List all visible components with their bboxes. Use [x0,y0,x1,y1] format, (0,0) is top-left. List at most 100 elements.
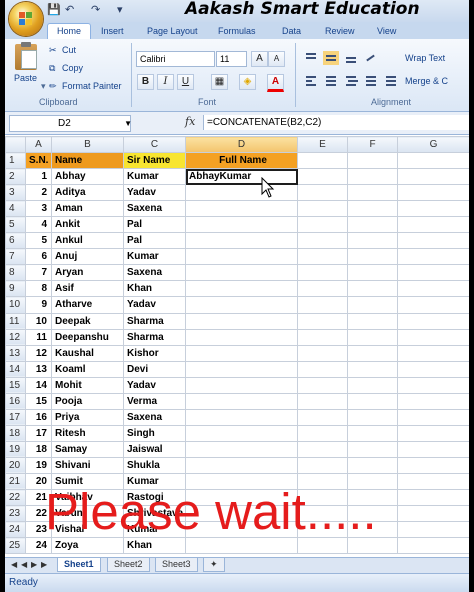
cell[interactable] [397,505,469,523]
cell-sn[interactable]: 10 [25,312,52,330]
cell[interactable] [397,440,469,458]
cell[interactable] [397,408,469,426]
cell-sir-name[interactable]: Khan [123,280,186,298]
cell-sn[interactable]: 16 [25,408,52,426]
cell-name[interactable]: Aryan [51,264,124,282]
column-header[interactable]: B [51,135,124,154]
cell[interactable] [297,152,348,170]
cell-name[interactable]: Aditya [51,184,124,202]
row-header[interactable]: 20 [5,456,26,474]
cell-full-name[interactable] [185,344,298,362]
cell[interactable] [347,280,398,298]
sheet-tab-2[interactable]: Sheet2 [107,558,150,572]
cell[interactable] [347,296,398,314]
cell-sn[interactable]: 7 [25,264,52,282]
column-header[interactable]: D [185,135,298,154]
row-header[interactable]: 10 [5,296,26,314]
next-sheet-icon[interactable]: ▶ [31,560,37,569]
cell[interactable] [397,248,469,266]
cell[interactable] [297,312,348,330]
sheet-tab-1[interactable]: Sheet1 [57,558,101,572]
bold-button[interactable]: B [137,74,154,90]
cell-sir-name[interactable]: Sharma [123,328,186,346]
cell-sn[interactable]: 9 [25,296,52,314]
cell-full-name[interactable] [185,392,298,410]
cell-full-name[interactable] [185,328,298,346]
cell[interactable] [397,328,469,346]
cut-button[interactable]: Cut [62,45,76,55]
cell[interactable] [347,344,398,362]
row-header[interactable]: 11 [5,312,26,330]
row-header[interactable]: 18 [5,424,26,442]
cell-sn[interactable]: 18 [25,440,52,458]
customize-qat-icon[interactable]: ▾ [117,3,123,18]
cell-full-name[interactable] [185,200,298,218]
row-header[interactable]: 8 [5,264,26,282]
cell-name[interactable]: Aman [51,200,124,218]
cell-sir-name[interactable]: Kishor [123,344,186,362]
row-header[interactable]: 2 [5,168,26,186]
cell[interactable] [347,200,398,218]
cell[interactable] [297,248,348,266]
merge-center-button[interactable]: Merge & C [405,76,448,86]
tab-page-layout[interactable]: Page Layout [147,24,198,38]
cell[interactable] [397,232,469,250]
tab-insert[interactable]: Insert [101,24,124,38]
cell-full-name[interactable] [185,264,298,282]
cell-name[interactable]: Ankul [51,232,124,250]
redo-icon[interactable]: ↷ [91,3,100,18]
row-header[interactable]: 17 [5,408,26,426]
cell[interactable] [397,456,469,474]
cell-full-name[interactable] [185,232,298,250]
cell-sir-name[interactable]: Yadav [123,184,186,202]
cell-name[interactable]: Shivani [51,456,124,474]
tab-formulas[interactable]: Formulas [218,24,256,38]
cell[interactable] [397,344,469,362]
cell[interactable] [347,328,398,346]
cell[interactable] [297,200,348,218]
increase-indent-icon[interactable] [383,74,399,88]
row-header[interactable]: 23 [5,505,26,523]
cell-sn[interactable]: 13 [25,360,52,378]
cell-sir-name[interactable]: Yadav [123,376,186,394]
insert-sheet-icon[interactable]: ✦ [203,558,225,572]
cell-name[interactable]: Deepanshu [51,328,124,346]
underline-button[interactable]: U [177,74,194,90]
grow-font-icon[interactable]: A [251,51,268,67]
cell[interactable] [347,440,398,458]
cell[interactable] [347,360,398,378]
cell-sn[interactable]: 5 [25,232,52,250]
cell[interactable] [397,424,469,442]
row-header[interactable]: 22 [5,489,26,507]
cell[interactable] [397,216,469,234]
cell[interactable] [397,152,469,170]
cell-name[interactable]: Koaml [51,360,124,378]
cell[interactable] [297,344,348,362]
cell[interactable] [297,280,348,298]
cell[interactable] [297,392,348,410]
cell-full-name[interactable] [185,456,298,474]
cell[interactable] [397,360,469,378]
cell[interactable] [347,232,398,250]
cell-sn[interactable]: 15 [25,392,52,410]
header-cell-sir-name[interactable]: Sir Name [123,152,186,170]
cell-sir-name[interactable]: Saxena [123,264,186,282]
last-sheet-icon[interactable]: ▶ [41,560,47,569]
borders-icon[interactable]: ▦ [211,74,228,90]
cell-sir-name[interactable]: Sharma [123,312,186,330]
cell[interactable] [347,264,398,282]
cell-name[interactable]: Pooja [51,392,124,410]
cell-sn[interactable]: 19 [25,456,52,474]
cell-name[interactable]: Deepak [51,312,124,330]
cell[interactable] [397,489,469,507]
header-cell-sn[interactable]: S.N. [25,152,52,170]
cell-sn[interactable]: 8 [25,280,52,298]
column-header[interactable]: G [397,135,469,154]
cell[interactable] [347,216,398,234]
paste-button[interactable]: Paste [14,73,37,83]
align-top-icon[interactable] [303,51,319,65]
row-header[interactable]: 16 [5,392,26,410]
paste-icon[interactable] [15,42,37,70]
save-icon[interactable]: 💾 [47,3,61,18]
cell[interactable] [347,392,398,410]
